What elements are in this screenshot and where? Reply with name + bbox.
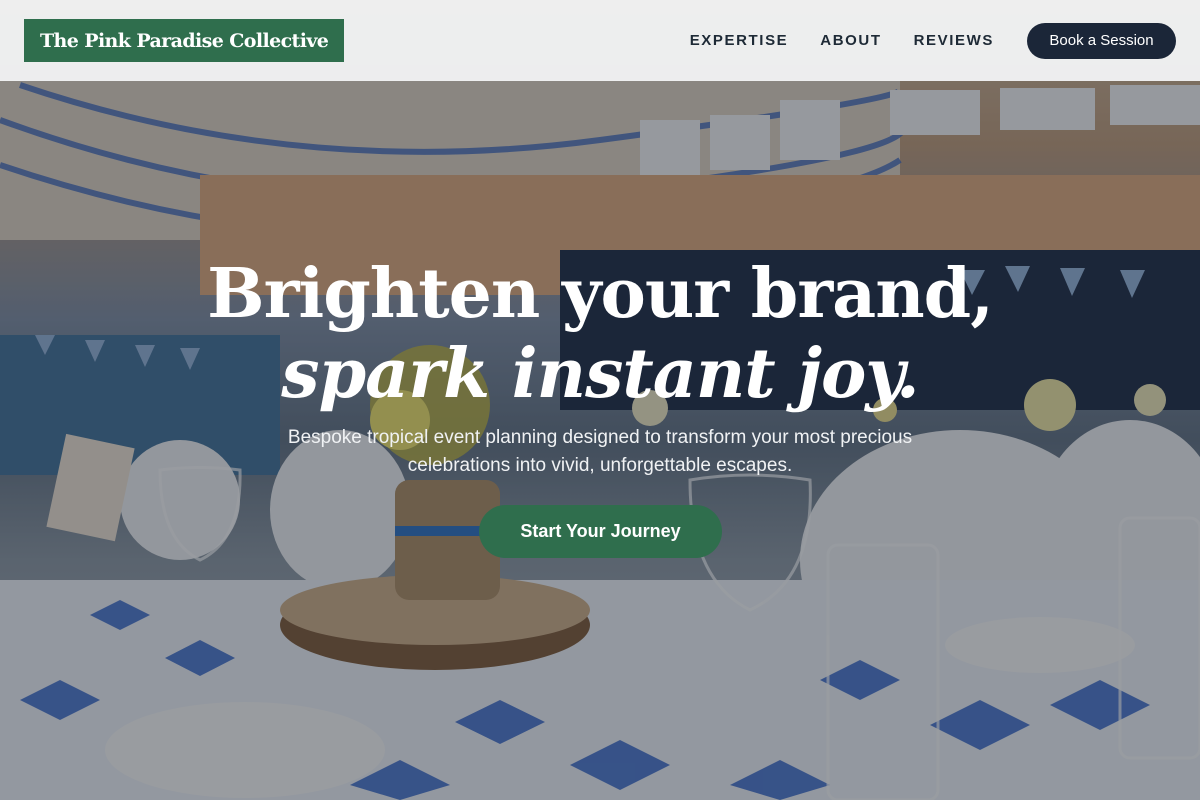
brand-logo[interactable]: The Pink Paradise Collective (24, 19, 345, 62)
headline-line-1: Brighten your brand, (207, 254, 994, 334)
nav-link-reviews[interactable]: REVIEWS (914, 32, 994, 49)
hero-headline: Brighten your brand, spark instant joy. (0, 252, 1200, 412)
site-header: The Pink Paradise Collective EXPERTISE A… (0, 0, 1200, 81)
start-journey-button[interactable]: Start Your Journey (479, 505, 722, 558)
book-session-button[interactable]: Book a Session (1027, 22, 1176, 59)
nav-link-about[interactable]: ABOUT (820, 32, 881, 49)
nav-link-expertise[interactable]: EXPERTISE (690, 32, 789, 49)
hero-subtitle: Bespoke tropical event planning designed… (287, 427, 913, 476)
main-nav: EXPERTISE ABOUT REVIEWS Book a Session (658, 22, 1176, 59)
headline-line-2: spark instant joy. (281, 334, 919, 414)
